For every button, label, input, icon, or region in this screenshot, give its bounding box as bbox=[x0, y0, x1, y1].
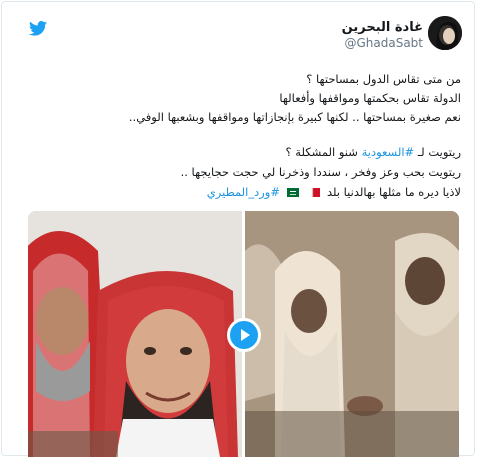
saudi-flag-icon bbox=[286, 188, 299, 197]
video-frame-left bbox=[28, 211, 242, 457]
hashtag-ward[interactable]: #ورد_المطيري bbox=[207, 185, 280, 199]
retweet-prefix: ريتويت لـ bbox=[417, 145, 461, 159]
tweet-question: شنو المشكلة ؟ bbox=[285, 145, 358, 159]
play-icon bbox=[241, 329, 250, 341]
tweet-line-1: من متى تقاس الدول بمساحتها ؟ bbox=[306, 72, 461, 86]
video-frame-right bbox=[245, 211, 459, 457]
avatar-image bbox=[428, 16, 462, 50]
video-left-image bbox=[28, 211, 242, 457]
author-name[interactable]: غادة البحرين bbox=[342, 20, 423, 35]
author-handle[interactable]: @GhadaSabt bbox=[344, 36, 423, 50]
hashtag-saudi[interactable]: #السعودية bbox=[362, 145, 415, 159]
tweet-line-4: ريتويت لـ #السعودية شنو المشكلة ؟ bbox=[286, 145, 461, 159]
twitter-bird-icon[interactable] bbox=[29, 21, 47, 36]
tweet-line-3: نعم صغيرة بمساحتها .. لكنها كبيرة بإنجاز… bbox=[128, 110, 461, 124]
tweet-line-6: لاذيا ديره ما مثلها بهالدنيا بلد #ورد_ال… bbox=[207, 185, 461, 199]
video-right-image bbox=[245, 211, 459, 457]
play-button[interactable] bbox=[227, 318, 261, 352]
author-avatar[interactable] bbox=[428, 16, 462, 50]
bahrain-flag-icon bbox=[308, 188, 321, 197]
tweet-country-text: لاذيا ديره ما مثلها بهالدنيا بلد bbox=[326, 185, 461, 199]
tweet-line-2: الدولة تقاس بحكمتها ومواقفها وأفعالها bbox=[279, 91, 461, 105]
tweet-line-5: ريتويت بحب وعز وفخر ، سنددا وذخرنا لي حج… bbox=[180, 165, 461, 179]
